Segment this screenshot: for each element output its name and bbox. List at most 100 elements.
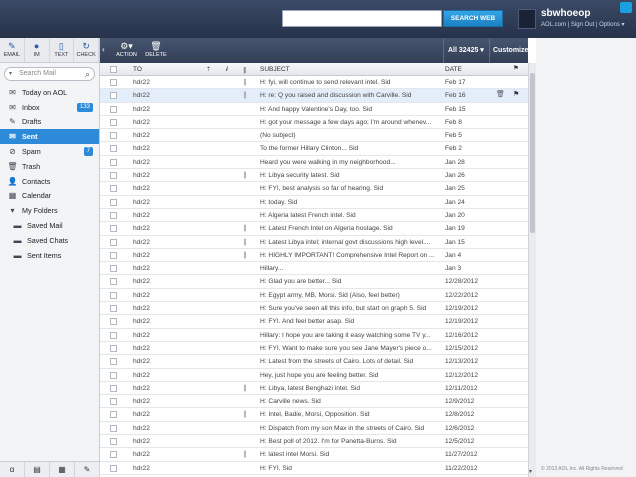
row-checkbox[interactable] [110, 265, 117, 273]
sidebar-item-saved-mail[interactable]: ▬ Saved Mail [0, 218, 99, 233]
search-icon[interactable]: ⌕ [85, 68, 90, 80]
row-checkbox[interactable] [110, 158, 117, 166]
sidebar-item-trash[interactable]: 🗑 Trash [0, 159, 99, 174]
user-links[interactable]: AOL.com | Sign Out | Options ▾ [541, 21, 625, 28]
scroll-thumb[interactable] [530, 73, 535, 233]
calendar-icon[interactable]: ▦ [50, 462, 75, 477]
sidebar-item-inbox[interactable]: ✉ Inbox 133 [0, 100, 99, 115]
message-row[interactable]: hdr22 H: Carville news. Sid 12/9/2012 [100, 395, 528, 409]
message-row[interactable]: hdr22 H: Sure you've seen all this info, … [100, 302, 528, 316]
chat-icon[interactable] [620, 2, 632, 13]
row-checkbox[interactable] [110, 424, 117, 432]
message-row[interactable]: hdr22 H: Latest Libya intel; internal gov… [100, 235, 528, 249]
row-checkbox[interactable] [110, 451, 117, 459]
message-row[interactable]: hdr22 H: FYI. Want to make sure you see J… [100, 341, 528, 356]
row-flag-icon[interactable]: ⚑ [513, 90, 519, 98]
contacts-icon[interactable]: ▤ [25, 462, 50, 477]
row-delete-icon[interactable]: 🗑 [496, 90, 505, 98]
flag-column-icon[interactable]: ⚑ [513, 64, 519, 72]
row-checkbox[interactable] [110, 92, 117, 100]
row-checkbox[interactable] [110, 225, 117, 233]
message-row[interactable]: hdr22 Hillary... Jan 3 [100, 262, 528, 276]
message-row[interactable]: hdr22 Hey, just hope you are feeling bett… [100, 368, 528, 382]
info-icon[interactable]: i [226, 66, 228, 73]
scroll-down-arrow-icon[interactable]: ▾ [529, 468, 532, 475]
row-checkbox[interactable] [110, 464, 117, 472]
row-checkbox[interactable] [110, 384, 117, 392]
date-column-header[interactable]: DATE [445, 66, 462, 73]
message-row[interactable]: hdr22 H: re: Q you raised and discussion … [100, 89, 528, 103]
message-row[interactable]: hdr22 H: got your message a few days ago;… [100, 115, 528, 130]
row-checkbox[interactable] [110, 331, 117, 339]
row-checkbox[interactable] [110, 318, 117, 326]
row-checkbox[interactable] [110, 305, 117, 313]
text-button[interactable]: ▯ TEXT [50, 38, 75, 62]
message-row[interactable]: hdr22 H: Glad you are better... Sid 12/28/… [100, 275, 528, 289]
message-row[interactable]: hdr22 H: And happy Valentine's Day, too. … [100, 102, 528, 116]
delete-button[interactable]: 🗑 DELETE [142, 40, 170, 61]
action-button[interactable]: ⚙▾ ACTION [113, 40, 140, 61]
row-checkbox[interactable] [110, 79, 117, 86]
search-web-button[interactable]: SEARCH WEB [443, 10, 503, 27]
select-all-checkbox[interactable] [110, 66, 117, 73]
sidebar-item-saved-chats[interactable]: ▬ Saved Chats [0, 233, 99, 248]
message-row[interactable]: hdr22 H: Algeria latest French intel. Sid… [100, 208, 528, 223]
web-search-input[interactable] [282, 10, 442, 27]
message-row[interactable]: hdr22 H: Dispatch from my son Max in the … [100, 421, 528, 436]
to-column-header[interactable]: TO [133, 66, 142, 73]
sidebar-item-my-folders[interactable]: ▾ My Folders [0, 203, 99, 218]
row-checkbox[interactable] [110, 132, 117, 140]
sidebar-item-spam[interactable]: ⊘ Spam 7 [0, 144, 99, 159]
im-button[interactable]: ● IM [25, 38, 50, 62]
collapse-sidebar-icon[interactable]: ‹ [102, 45, 105, 54]
sidebar-item-sent[interactable]: ✉ Sent [0, 129, 99, 145]
message-row[interactable]: hdr22 H: HIGHLY IMPORTANT! Comprehensive … [100, 248, 528, 263]
message-row[interactable]: hdr22 H: FYI. And feel better asap. Sid 12… [100, 315, 528, 329]
message-row[interactable]: hdr22 H: Best poll of 2012. I'm for Panet… [100, 435, 528, 449]
sidebar-item-drafts[interactable]: ✎ Drafts [0, 115, 99, 130]
message-count-filter[interactable]: All 32425 ▾ [443, 38, 489, 63]
notes-icon[interactable]: ✎ [75, 462, 100, 477]
subject-column-header[interactable]: SUBJECT [260, 66, 290, 73]
message-row[interactable]: hdr22 Hillary: I hope you are taking it e… [100, 328, 528, 342]
aol-icon[interactable]: ɑ [0, 462, 25, 477]
row-checkbox[interactable] [110, 358, 117, 366]
row-checkbox[interactable] [110, 278, 117, 286]
email-button[interactable]: ✎ EMAIL [0, 38, 25, 62]
message-row[interactable]: hdr22 To the former Hillary Clinton... Si… [100, 142, 528, 156]
row-checkbox[interactable] [110, 238, 117, 246]
sidebar-item-sent-items[interactable]: ▬ Sent Items [0, 248, 99, 263]
message-row[interactable]: hdr22 H: today. Sid Jan 24 [100, 195, 528, 209]
row-checkbox[interactable] [110, 105, 117, 113]
attachment-column-icon[interactable]: ∥ [243, 66, 246, 74]
row-checkbox[interactable] [110, 145, 117, 153]
avatar[interactable] [518, 9, 536, 29]
row-checkbox[interactable] [110, 411, 117, 419]
sidebar-item-calendar[interactable]: ▦ Calendar [0, 189, 99, 204]
row-checkbox[interactable] [110, 172, 117, 180]
message-row[interactable]: hdr22 H: Latest French Intel on Algeria h… [100, 222, 528, 236]
row-checkbox[interactable] [110, 344, 117, 352]
customize-button[interactable]: Customize ▾ [489, 38, 528, 79]
chevron-down-icon[interactable]: ▾ [9, 68, 12, 80]
sidebar-item-today-on-aol[interactable]: ✉ Today on AOL [0, 85, 99, 100]
message-row[interactable]: hdr22 H: FYI, best analysis so far of hea… [100, 182, 528, 196]
row-checkbox[interactable] [110, 198, 117, 206]
scrollbar[interactable] [528, 63, 536, 477]
message-row[interactable]: hdr22 Heard you were walking in my neighb… [100, 155, 528, 170]
row-checkbox[interactable] [110, 291, 117, 299]
message-row[interactable]: hdr22 H: fyi, will continue to send relev… [100, 76, 528, 90]
check-button[interactable]: ↻ CHECK [74, 38, 99, 62]
message-row[interactable]: hdr22 H: Egypt army, MB, Morsi. Sid (Also… [100, 288, 528, 303]
message-row[interactable]: hdr22 H: Latest from the streets of Cairo… [100, 355, 528, 369]
message-row[interactable]: hdr22 H: latest intel Morsi. Sid 11/27/201… [100, 448, 528, 462]
sidebar-item-contacts[interactable]: 👤 Contacts [0, 174, 99, 189]
message-row[interactable]: hdr22 H: Libya, latest Benghazi intel. Si… [100, 381, 528, 396]
message-row[interactable]: hdr22 H: Intel, Badie, Morsi, Opposition.… [100, 408, 528, 422]
row-checkbox[interactable] [110, 251, 117, 259]
message-row[interactable]: hdr22 (No subject) Feb 5 [100, 129, 528, 143]
row-checkbox[interactable] [110, 371, 117, 379]
row-checkbox[interactable] [110, 185, 117, 193]
row-checkbox[interactable] [110, 118, 117, 126]
message-row[interactable]: hdr22 H: FYI. Sid 11/22/2012 [100, 461, 528, 475]
